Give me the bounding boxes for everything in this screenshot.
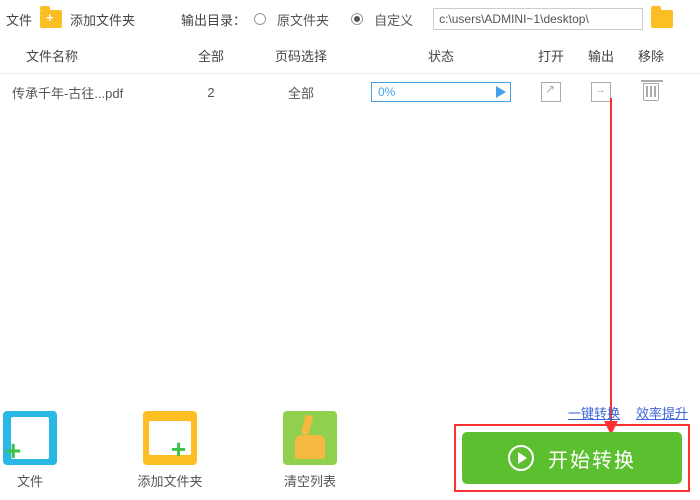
th-status: 状态 <box>356 46 526 65</box>
cell-count: 2 <box>176 85 246 100</box>
radio-original-label[interactable]: 原文件夹 <box>277 10 329 29</box>
open-icon[interactable] <box>541 82 561 102</box>
promo-links: 一键转换 效率提升 <box>568 403 688 422</box>
add-folder-label[interactable]: 添加文件夹 <box>70 10 135 29</box>
progress-bar[interactable]: 0% <box>371 82 511 102</box>
broom-icon <box>283 411 337 465</box>
radio-original[interactable] <box>254 13 266 25</box>
promo-link-convert[interactable]: 一键转换 <box>568 403 620 422</box>
add-folder-big-label: 添加文件夹 <box>137 471 202 490</box>
annotation-highlight: 开始转换 <box>454 424 690 492</box>
th-page: 页码选择 <box>246 46 356 65</box>
th-open: 打开 <box>526 46 576 65</box>
play-icon[interactable] <box>496 86 506 98</box>
add-folder-big-icon <box>143 411 197 465</box>
promo-link-speed[interactable]: 效率提升 <box>636 403 688 422</box>
cell-filename: 传承千年-古往...pdf <box>6 83 176 102</box>
table-header: 文件名称 全部 页码选择 状态 打开 输出 移除 <box>0 38 700 74</box>
cell-page-select[interactable]: 全部 <box>246 83 356 102</box>
add-file-icon <box>3 411 57 465</box>
trash-icon[interactable] <box>643 83 659 101</box>
th-name: 文件名称 <box>6 46 176 65</box>
table-row: 传承千年-古往...pdf 2 全部 0% <box>0 74 700 110</box>
th-remove: 移除 <box>626 46 676 65</box>
file-menu[interactable]: 文件 <box>6 10 32 29</box>
radio-custom-label[interactable]: 自定义 <box>374 10 413 29</box>
th-output: 输出 <box>576 46 626 65</box>
add-file-button[interactable]: 文件 <box>0 411 100 490</box>
annotation-arrow <box>610 98 612 433</box>
output-icon[interactable] <box>591 82 611 102</box>
start-label: 开始转换 <box>548 444 636 473</box>
play-circle-icon <box>508 445 534 471</box>
browse-folder-icon[interactable] <box>651 10 673 28</box>
output-dir-label: 输出目录： <box>181 10 246 29</box>
add-file-label: 文件 <box>17 471 43 490</box>
start-convert-button[interactable]: 开始转换 <box>462 432 682 484</box>
output-path-input[interactable]: c:\users\ADMINI~1\desktop\ <box>433 8 643 30</box>
radio-custom[interactable] <box>351 13 363 25</box>
folder-plus-icon[interactable] <box>40 10 62 28</box>
add-folder-button[interactable]: 添加文件夹 <box>100 411 240 490</box>
clear-list-label: 清空列表 <box>284 471 336 490</box>
progress-text: 0% <box>372 85 395 99</box>
th-all: 全部 <box>176 46 246 65</box>
clear-list-button[interactable]: 清空列表 <box>240 411 380 490</box>
